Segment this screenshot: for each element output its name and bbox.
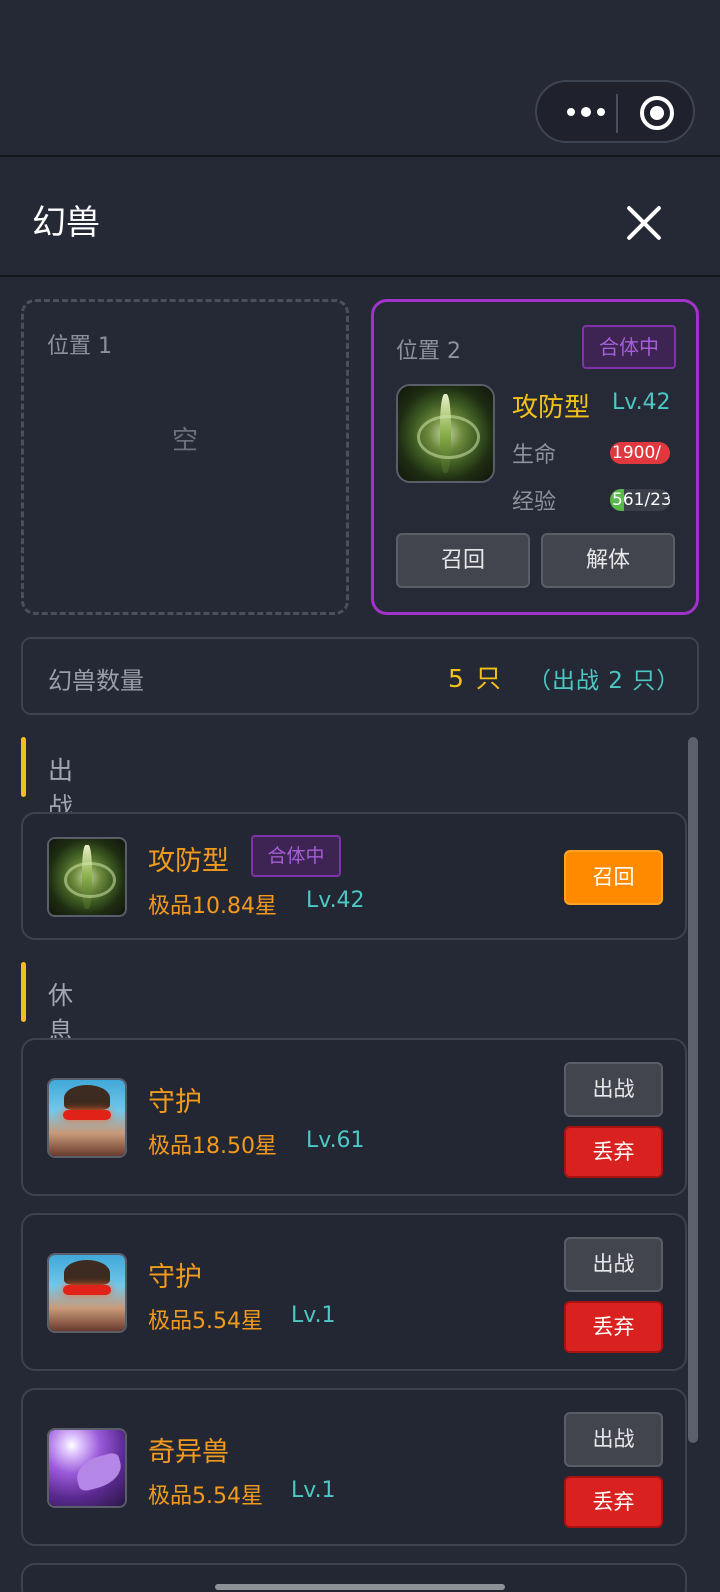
unmerge-button[interactable]: 解体 <box>541 533 675 588</box>
status-bar <box>0 0 720 157</box>
miniprogram-capsule <box>535 80 695 143</box>
recall-button[interactable]: 召回 <box>564 850 663 905</box>
pet-deployed-count: （出战 2 只） <box>528 668 681 694</box>
slot-2-pet-name: 攻防型 <box>512 393 591 423</box>
pet-avatar <box>47 837 127 917</box>
pet-portrait-image <box>49 1430 125 1506</box>
deploy-button[interactable]: 出战 <box>564 1062 663 1117</box>
pet-portrait-image <box>398 386 493 481</box>
pet-name: 守护 <box>148 1262 202 1293</box>
pet-level: Lv.42 <box>306 888 365 913</box>
slot-1-empty-text: 空 <box>171 426 198 456</box>
pet-portrait-image <box>49 1255 125 1331</box>
merge-status-badge: 合体中 <box>582 325 676 369</box>
hp-label: 生命 <box>512 443 557 468</box>
pet-level: Lv.61 <box>306 1128 365 1153</box>
slot-1-empty[interactable]: 位置 1 空 <box>21 299 349 615</box>
slot-2-label: 位置 2 <box>396 339 461 364</box>
exp-label: 经验 <box>512 490 557 515</box>
pet-portrait-image <box>49 1080 125 1156</box>
pet-count-value: 5 只 <box>448 664 503 693</box>
more-dots-icon[interactable] <box>557 100 615 124</box>
pet-avatar <box>396 384 495 483</box>
discard-button[interactable]: 丢弃 <box>564 1476 663 1528</box>
pet-count-label: 幻兽数量 <box>48 667 144 695</box>
resting-pet-card: 奇异兽 极品5.54星 Lv.1 出战 丢弃 <box>21 1388 687 1546</box>
deploy-button[interactable]: 出战 <box>564 1412 663 1467</box>
target-icon[interactable] <box>640 96 674 130</box>
pet-avatar <box>47 1253 127 1333</box>
exp-bar: 561/23 <box>610 489 670 511</box>
pet-name: 奇异兽 <box>148 1437 229 1468</box>
resting-pet-card: 守护 极品5.54星 Lv.1 出战 丢弃 <box>21 1213 687 1371</box>
home-indicator <box>215 1584 505 1590</box>
pet-quality: 极品18.50星 <box>148 1134 277 1159</box>
section-marker <box>21 737 26 797</box>
hp-bar: 1900/ <box>610 442 670 464</box>
close-icon[interactable] <box>620 198 668 246</box>
pet-quality: 极品10.84星 <box>148 894 277 919</box>
section-marker <box>21 962 26 1022</box>
pet-avatar <box>47 1428 127 1508</box>
slot-2-recall-button[interactable]: 召回 <box>396 533 530 588</box>
hp-value: 1900/ <box>612 443 661 463</box>
slot-2-merged: 位置 2 合体中 攻防型 Lv.42 生命 1900/ 经验 561/23 召回… <box>371 299 699 615</box>
active-pet-card: 攻防型 合体中 极品10.84星 Lv.42 召回 <box>21 812 687 940</box>
page-title: 幻兽 <box>32 203 100 243</box>
pet-portrait-image <box>49 839 125 915</box>
pet-quality: 极品5.54星 <box>148 1309 263 1334</box>
deploy-button[interactable]: 出战 <box>564 1237 663 1292</box>
slot-2-pet-level: Lv.42 <box>612 390 671 415</box>
pet-count-bar: 幻兽数量 5 只 （出战 2 只） <box>21 637 699 715</box>
pet-level: Lv.1 <box>291 1478 336 1503</box>
merge-status-badge: 合体中 <box>251 835 341 877</box>
pet-name: 守护 <box>148 1087 202 1118</box>
discard-button[interactable]: 丢弃 <box>564 1126 663 1178</box>
scrollbar-thumb[interactable] <box>688 737 698 1443</box>
resting-pet-card: 守护 极品18.50星 Lv.61 出战 丢弃 <box>21 1038 687 1196</box>
pet-avatar <box>47 1078 127 1158</box>
exp-value: 561/23 <box>612 490 670 510</box>
page-header: 幻兽 <box>0 159 720 277</box>
discard-button[interactable]: 丢弃 <box>564 1301 663 1353</box>
pet-name: 攻防型 <box>148 846 229 877</box>
pet-level: Lv.1 <box>291 1303 336 1328</box>
slot-1-label: 位置 1 <box>47 334 112 359</box>
pet-quality: 极品5.54星 <box>148 1484 263 1509</box>
capsule-divider <box>616 94 618 133</box>
